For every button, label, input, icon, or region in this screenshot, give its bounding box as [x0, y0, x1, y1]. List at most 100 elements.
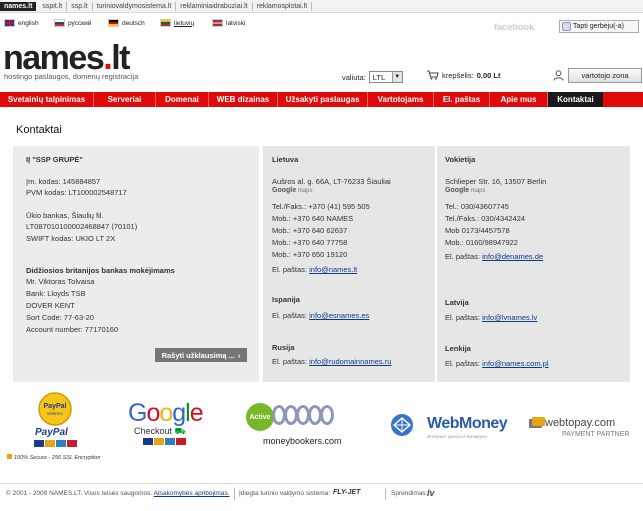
- email-label: El. paštas:: [445, 252, 481, 261]
- disclaimer-link[interactable]: Atsakomybės apribojimas.: [154, 490, 230, 497]
- user-zone-button[interactable]: vartotojo zona: [568, 68, 642, 83]
- page-title: Kontaktai: [16, 124, 62, 136]
- google-checkout-logo[interactable]: Google: [128, 399, 204, 428]
- de-phone: Mob 0173/4457578: [445, 226, 510, 235]
- site-logo[interactable]: names.lt: [3, 41, 130, 75]
- webmoney-globe-icon: [391, 414, 413, 436]
- language-bar: english русский deutsch lietuvių latvisk…: [0, 19, 643, 33]
- lt-phone: Tel./Faks.: +370 (41) 595 505: [272, 202, 370, 211]
- webtopay-card-icon: [529, 417, 545, 428]
- lang-english-label: english: [18, 19, 39, 27]
- lt-email-row: El. paštas: info@names.lt: [272, 265, 357, 274]
- nav-hosting[interactable]: Svetainių talpinimas: [0, 92, 94, 107]
- paypal-verified-badge-icon: PayPal VERIFIED: [38, 392, 72, 426]
- footer-divider: [0, 483, 643, 484]
- lt-phone: Mob.: +370 640 NAMES: [272, 214, 354, 223]
- email-label: El. paštas:: [272, 311, 308, 320]
- site-tab-ssp[interactable]: ssp.lt: [67, 1, 93, 11]
- lang-latvian[interactable]: latviski: [212, 19, 246, 27]
- nav-users[interactable]: Vartotojams: [368, 92, 434, 107]
- lock-icon: [7, 454, 12, 459]
- poland-email-link[interactable]: info@names.com.pl: [482, 359, 548, 368]
- cart-summary[interactable]: krepšelis: 0.00 Lt: [427, 70, 500, 80]
- solutions-logo[interactable]: lv: [427, 488, 435, 498]
- lt-phone: Mob.: +370 650 19120: [272, 250, 348, 259]
- site-tab-drabuziai[interactable]: reklaminiaidrabuziai.lt: [176, 1, 253, 11]
- card-icon: [176, 438, 186, 445]
- footer-copyright: © 2001 - 2009 NAMES.LT. Visos teisės sau…: [6, 490, 230, 497]
- paypal-badge-sub: VERIFIED: [47, 412, 64, 416]
- lithuania-heading: Lietuva: [272, 155, 299, 164]
- lt-flag-icon: [160, 19, 171, 27]
- moneybookers-active-icon: Active: [246, 403, 274, 431]
- paypal-logo[interactable]: PayPal: [35, 427, 68, 438]
- site-tab-sspit[interactable]: sspit.lt: [38, 1, 68, 11]
- paypal-badge-text: PayPal: [44, 403, 67, 410]
- spain-heading: Ispanija: [272, 295, 300, 304]
- nav-domains[interactable]: Domenai: [156, 92, 209, 107]
- cart-value: 0.00 Lt: [476, 70, 501, 80]
- google-maps-link-de[interactable]: Google maps: [445, 187, 485, 194]
- spain-email-row: El. paštas: info@esnames.es: [272, 311, 369, 320]
- arrow-right-icon: ›: [237, 350, 241, 360]
- facebook-logo[interactable]: facebook: [494, 22, 534, 33]
- poland-email-row: El. paštas: info@names.com.pl: [445, 359, 549, 368]
- de-email-row: El. paštas: info@denames.de: [445, 252, 543, 261]
- nav-contacts[interactable]: Kontaktai: [548, 92, 603, 107]
- moneybookers-logo[interactable]: moneybookers.com: [263, 436, 342, 446]
- site-tab-turinio[interactable]: turiniovaldymosistema.lt: [93, 1, 177, 11]
- lithuania-address: Aušros al. g. 66A, LT-76233 Šiauliai: [272, 177, 391, 186]
- lang-english[interactable]: english: [4, 19, 39, 27]
- facebook-like-button[interactable]: Tapti gerbėju(-a): [559, 20, 639, 33]
- nav-web-design[interactable]: WEB dizainas: [209, 92, 278, 107]
- currency-label: valiuta:: [342, 72, 366, 82]
- russia-heading: Rusija: [272, 343, 295, 352]
- google-maps-logo: Google: [272, 187, 297, 194]
- company-account: LT087010100002468847 (70101): [26, 222, 138, 231]
- like-label: Tapti gerbėju(-a): [573, 23, 624, 30]
- company-code: Įm. kodas: 145884857: [26, 177, 101, 186]
- company-swift: SWIFT kodas: UKIO LT 2X: [26, 234, 116, 243]
- de-email-link[interactable]: info@denames.de: [482, 252, 543, 261]
- russia-email-link[interactable]: info@rudomainnames.ru: [309, 357, 391, 366]
- lang-russian[interactable]: русский: [54, 19, 91, 27]
- paypal-cards: [34, 440, 78, 447]
- spain-email-link[interactable]: info@esnames.es: [309, 311, 369, 320]
- card-icon: [143, 438, 153, 445]
- webmoney-logo[interactable]: WebMoney: [427, 415, 508, 433]
- lt-email-link[interactable]: info@names.lt: [309, 265, 357, 274]
- lang-german[interactable]: deutsch: [108, 19, 145, 27]
- nav-email[interactable]: El. paštas: [434, 92, 490, 107]
- webtopay-logo[interactable]: webtopay.com: [545, 417, 615, 429]
- lang-lithuanian-label: lietuvių: [174, 19, 195, 27]
- footer-separator: [385, 488, 386, 500]
- google-letter: o: [159, 399, 173, 427]
- maps-label: maps: [297, 188, 313, 194]
- cart-icon: [427, 70, 439, 80]
- lang-lithuanian[interactable]: lietuvių: [160, 19, 194, 27]
- lt-phone: Mob.: +370 640 77758: [272, 238, 348, 247]
- currency-select[interactable]: LTL ▼: [368, 71, 403, 83]
- poland-heading: Lenkija: [445, 344, 471, 353]
- nav-servers[interactable]: Serveriai: [94, 92, 156, 107]
- lv-flag-icon: [212, 19, 223, 27]
- google-letter: e: [189, 399, 204, 427]
- footer-separator: [234, 488, 235, 500]
- user-zone: vartotojo zona: [553, 68, 642, 83]
- nav-about[interactable]: Apie mus: [490, 92, 548, 107]
- flyjet-logo[interactable]: FLY-JET: [333, 489, 360, 496]
- russia-email-row: El. paštas: info@rudomainnames.ru: [272, 357, 391, 366]
- write-inquiry-button[interactable]: Rašyti užklausimą ... ›: [155, 348, 247, 362]
- site-tab-names[interactable]: names.lt: [0, 1, 37, 11]
- thumbs-up-icon: [562, 22, 571, 31]
- google-maps-link-lt[interactable]: Google maps: [272, 187, 312, 194]
- webtopay-subtitle: PAYMENT PARTNER: [562, 431, 630, 438]
- latvia-email-link[interactable]: info@lvnames.lv: [482, 313, 537, 322]
- chevron-down-icon: ▼: [391, 72, 402, 82]
- company-bank: Ūkio bankas, Šiaulių fil.: [26, 211, 104, 220]
- nav-order[interactable]: Užsakyti paslaugas: [278, 92, 368, 107]
- uk-bank-heading: Didžiosios britanijos bankas mokėjimams: [26, 266, 175, 275]
- ru-flag-icon: [54, 19, 65, 27]
- site-tab-plotai[interactable]: reklamosplotai.lt: [253, 1, 313, 11]
- card-icon: [165, 438, 175, 445]
